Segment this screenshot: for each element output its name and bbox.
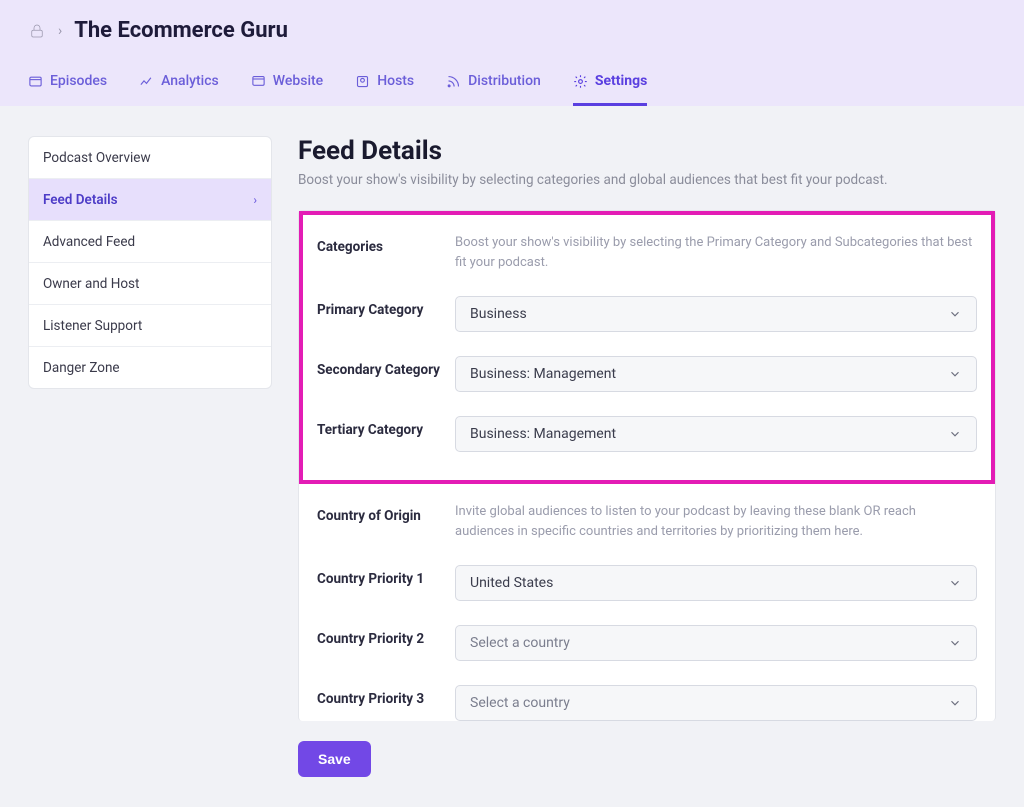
gear-icon [573, 74, 588, 89]
categories-heading: Categories [317, 233, 445, 255]
country-p3-select[interactable]: Select a country [455, 685, 977, 721]
tab-distribution[interactable]: Distribution [446, 63, 541, 106]
chevron-down-icon [948, 696, 962, 710]
country-p3-label: Country Priority 3 [317, 685, 445, 707]
chevron-down-icon [948, 307, 962, 321]
main: Feed Details Boost your show's visibilit… [298, 136, 996, 777]
sidenav-item-listener-support[interactable]: Listener Support [29, 305, 271, 347]
tab-website[interactable]: Website [251, 63, 323, 106]
chevron-down-icon [948, 576, 962, 590]
sidenav-item-label: Podcast Overview [43, 150, 151, 166]
content: Podcast Overview Feed Details › Advanced… [0, 106, 1024, 807]
tab-analytics[interactable]: Analytics [139, 63, 219, 106]
website-icon [251, 74, 266, 89]
settings-panel: Categories Boost your show's visibility … [298, 210, 996, 721]
sidenav-item-label: Owner and Host [43, 276, 139, 292]
chevron-down-icon [948, 427, 962, 441]
select-value: Select a country [470, 635, 570, 651]
sidenav-item-label: Listener Support [43, 318, 142, 334]
header: › The Ecommerce Guru Episodes Analytics … [0, 0, 1024, 106]
tab-settings[interactable]: Settings [573, 63, 647, 106]
sidenav: Podcast Overview Feed Details › Advanced… [28, 136, 272, 389]
tab-hosts[interactable]: Hosts [355, 63, 414, 106]
sidenav-item-label: Advanced Feed [43, 234, 135, 250]
sidenav-item-owner-and-host[interactable]: Owner and Host [29, 263, 271, 305]
tab-label: Settings [595, 73, 647, 89]
tab-label: Analytics [161, 73, 219, 89]
country-p1-label: Country Priority 1 [317, 565, 445, 587]
tab-label: Website [273, 73, 323, 89]
tab-label: Episodes [50, 73, 107, 89]
chevron-down-icon [948, 636, 962, 650]
secondary-category-select[interactable]: Business: Management [455, 356, 977, 392]
hosts-icon [355, 74, 370, 89]
select-value: Business [470, 306, 527, 322]
chevron-right-icon: › [253, 193, 257, 207]
select-value: Business: Management [470, 426, 616, 442]
page-subtitle: Boost your show's visibility by selectin… [298, 172, 996, 188]
country-p2-label: Country Priority 2 [317, 625, 445, 647]
categories-section: Categories Boost your show's visibility … [299, 211, 995, 484]
country-heading: Country of Origin [317, 502, 445, 524]
primary-category-select[interactable]: Business [455, 296, 977, 332]
sidenav-item-podcast-overview[interactable]: Podcast Overview [29, 137, 271, 179]
page-title: Feed Details [298, 136, 996, 166]
distribution-icon [446, 74, 461, 89]
breadcrumb: › The Ecommerce Guru [28, 18, 996, 43]
analytics-icon [139, 74, 154, 89]
chevron-down-icon [948, 367, 962, 381]
country-p2-select[interactable]: Select a country [455, 625, 977, 661]
tabs: Episodes Analytics Website Hosts Distrib… [28, 63, 996, 106]
tab-episodes[interactable]: Episodes [28, 63, 107, 106]
select-value: Select a country [470, 695, 570, 711]
tertiary-category-label: Tertiary Category [317, 416, 445, 438]
chevron-right-icon: › [58, 23, 62, 39]
sidenav-item-label: Danger Zone [43, 360, 120, 376]
sidenav-item-feed-details[interactable]: Feed Details › [29, 179, 271, 221]
breadcrumb-title: The Ecommerce Guru [74, 18, 288, 43]
country-p1-select[interactable]: United States [455, 565, 977, 601]
lock-icon [28, 22, 46, 40]
tab-label: Distribution [468, 73, 541, 89]
sidenav-item-label: Feed Details [43, 192, 118, 208]
country-desc: Invite global audiences to listen to you… [455, 502, 977, 541]
primary-category-label: Primary Category [317, 296, 445, 318]
tertiary-category-select[interactable]: Business: Management [455, 416, 977, 452]
select-value: Business: Management [470, 366, 616, 382]
save-button[interactable]: Save [298, 741, 371, 777]
secondary-category-label: Secondary Category [317, 356, 445, 378]
country-section: Country of Origin Invite global audience… [299, 484, 995, 721]
categories-desc: Boost your show's visibility by selectin… [455, 233, 977, 272]
episodes-icon [28, 74, 43, 89]
sidenav-item-advanced-feed[interactable]: Advanced Feed [29, 221, 271, 263]
select-value: United States [470, 575, 553, 591]
sidenav-item-danger-zone[interactable]: Danger Zone [29, 347, 271, 388]
tab-label: Hosts [377, 73, 414, 89]
